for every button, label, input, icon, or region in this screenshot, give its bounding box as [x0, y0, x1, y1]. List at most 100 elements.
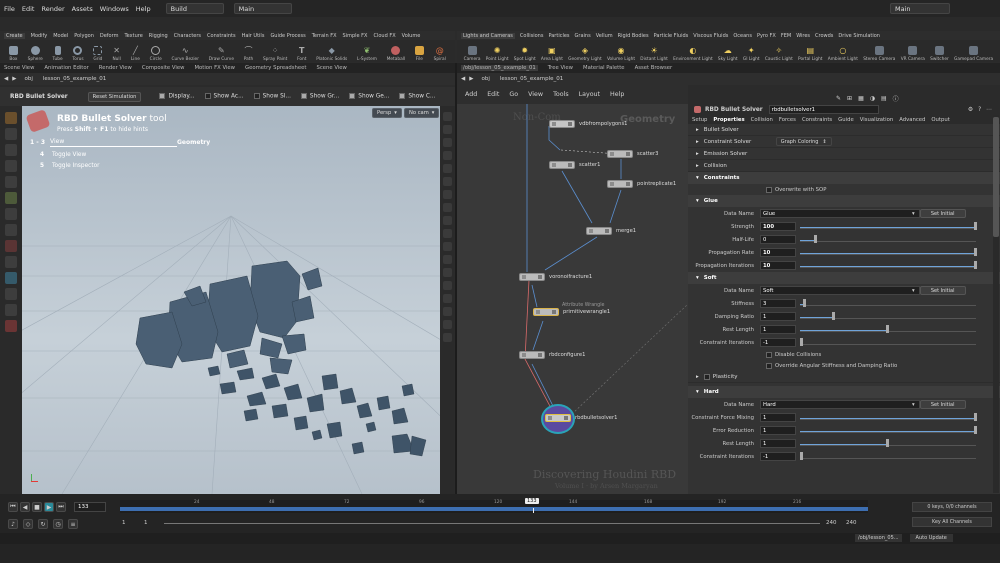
info-icon[interactable]: ⓘ — [893, 94, 899, 103]
tool-portal-light[interactable]: ▤ Portal Light — [798, 40, 822, 62]
checkbox[interactable] — [349, 93, 356, 100]
pane-tab-asset-browser[interactable]: Asset Browser — [635, 65, 673, 71]
stop-icon[interactable]: ■ — [32, 502, 42, 512]
tool-lsystem[interactable]: ❦ L-System — [357, 40, 377, 62]
loop-icon[interactable]: ↻ — [38, 519, 48, 529]
tool-volume-light[interactable]: ◉ Volume Light — [607, 40, 635, 62]
menu-windows[interactable]: Windows — [100, 5, 129, 13]
param-scrollbar[interactable] — [993, 115, 999, 493]
back-arrow-icon[interactable]: ◀ — [461, 76, 465, 82]
section-plasticity[interactable]: ▸ Plasticity — [688, 371, 1000, 383]
tool-caustic-light[interactable]: ✧ Caustic Light — [765, 40, 793, 62]
param-tab-visualization[interactable]: Visualization — [860, 117, 893, 123]
section-constraints[interactable]: ▾ Constraints — [688, 172, 1000, 184]
soft-damping-ratio-slider[interactable] — [800, 312, 976, 320]
tool-point-light[interactable]: ✺ Point Light — [486, 40, 509, 62]
glue-half-life-slider[interactable] — [800, 235, 976, 243]
scene-dropdown[interactable]: Main — [233, 3, 292, 14]
menu-file[interactable]: File — [4, 5, 15, 13]
path-network[interactable]: lesson_05_example_01 — [500, 76, 563, 82]
hard-force-mixing-slider[interactable] — [800, 413, 977, 421]
audio-icon[interactable]: ♪ — [8, 519, 18, 529]
checkbox[interactable] — [766, 362, 772, 369]
glue-propagation-iterations-slider[interactable] — [800, 261, 977, 269]
tool-tube[interactable]: Tube — [53, 40, 63, 62]
node-box[interactable] — [533, 308, 559, 316]
settings-icon[interactable]: ≡ — [68, 519, 78, 529]
net-menu-add[interactable]: Add — [465, 91, 477, 98]
paint-icon[interactable] — [5, 256, 17, 268]
glue-propagation-rate-slider[interactable] — [800, 248, 977, 256]
node-scatter3[interactable]: scatter3 — [607, 150, 658, 158]
range-end[interactable]: 240 — [846, 520, 857, 526]
section-soft[interactable]: ▾ Soft — [688, 272, 1000, 284]
safe-area-icon[interactable] — [442, 255, 452, 264]
shading-icon[interactable] — [442, 138, 452, 147]
param-tab-forces[interactable]: Forces — [779, 117, 796, 123]
shelf-tab[interactable]: Hair Utils — [242, 33, 265, 39]
node-primitivewrangle1[interactable]: primitivewrangle1 — [533, 308, 610, 316]
checkbox[interactable] — [766, 186, 772, 193]
tool-gamepad-camera[interactable]: Gamepad Camera — [954, 40, 993, 62]
soft-constraint-iterations-slider[interactable] — [800, 338, 976, 346]
node-box[interactable] — [549, 120, 575, 128]
net-menu-layout[interactable]: Layout — [579, 91, 600, 98]
pane-tab-scene-view[interactable]: Scene View — [4, 65, 34, 71]
move-icon[interactable] — [5, 128, 17, 140]
hard-error-reduction-field[interactable]: 1 — [760, 426, 796, 435]
overwrite-with-sop-toggle[interactable]: Overwrite with SOP — [688, 184, 1000, 195]
camera-lock-icon[interactable] — [442, 307, 452, 316]
realtime-icon[interactable]: ◷ — [53, 519, 63, 529]
shelf-tab[interactable]: Characters — [174, 33, 201, 39]
select-icon[interactable] — [5, 112, 17, 124]
back-arrow-icon[interactable]: ◀ — [4, 76, 8, 82]
brush-icon[interactable] — [5, 288, 17, 300]
shelf-tab[interactable]: Deform — [100, 33, 119, 39]
opt-show-c[interactable]: Show C... — [399, 93, 435, 100]
shelf-tab[interactable]: Pyro FX — [757, 33, 776, 39]
hard-set-initial-button[interactable]: Set Initial — [919, 400, 966, 409]
step-back-icon[interactable]: ◀ — [20, 502, 30, 512]
opt-show-gr[interactable]: Show Gr... — [300, 93, 339, 100]
soft-stiffness-field[interactable]: 3 — [760, 299, 796, 308]
wrench-icon[interactable]: ✎ — [836, 95, 841, 102]
tool-metaball[interactable]: Metaball — [387, 40, 405, 62]
flipbook-icon[interactable] — [442, 333, 452, 342]
lights-icon[interactable] — [442, 216, 452, 225]
playhead-marker[interactable]: 133 — [525, 498, 539, 504]
pane-tab-tree-view[interactable]: Tree View — [548, 65, 573, 71]
section-collision[interactable]: ▸ Collision — [688, 160, 1000, 172]
hard-constraint-iterations-slider[interactable] — [800, 452, 976, 460]
node-box[interactable] — [519, 273, 545, 281]
scale-icon[interactable] — [5, 160, 17, 172]
section-hard[interactable]: ▾ Hard — [688, 386, 1000, 398]
display-options-icon[interactable] — [442, 112, 452, 121]
inspect-icon[interactable] — [5, 272, 17, 284]
node-box[interactable] — [586, 227, 612, 235]
shelf-tab[interactable]: Viscous Fluids — [693, 33, 728, 39]
tool-spiral[interactable]: @ Spiral — [434, 40, 446, 62]
shelf-tab[interactable]: FEM — [781, 33, 791, 39]
section-emission-solver[interactable]: ▸ Emission Solver — [688, 148, 1000, 160]
opt-show-ge[interactable]: Show Ge... — [349, 93, 389, 100]
pane-tab-motion-fx[interactable]: Motion FX View — [194, 65, 235, 71]
graph-coloring-dropdown[interactable]: Graph Coloring ⇕ — [775, 137, 832, 146]
hard-data-name-field[interactable]: Hard — [760, 400, 920, 409]
shelf-tab[interactable]: Collisions — [520, 33, 544, 39]
pane-tab-material-palette[interactable]: Material Palette — [583, 65, 625, 71]
pane-tab-network[interactable]: /obj/lesson_05_example_01 — [461, 65, 538, 71]
glue-half-life-field[interactable]: 0 — [760, 235, 796, 244]
auto-update[interactable]: Auto Update — [909, 534, 953, 542]
range-start-2[interactable]: 1 — [144, 520, 164, 526]
tool-spray-paint[interactable]: ⁘ Spray Paint — [263, 40, 287, 62]
rotate-icon[interactable] — [5, 144, 17, 156]
network-editor[interactable]: Non-Com Geometry vdbfrompolygons1 scatte… — [457, 104, 688, 494]
tool-null[interactable]: ✕ Null — [112, 40, 121, 62]
background-icon[interactable] — [442, 242, 452, 251]
smooth-icon[interactable] — [442, 164, 452, 173]
glue-data-name-field[interactable]: Glue — [760, 209, 920, 218]
tool-gi-light[interactable]: ✦ GI Light — [743, 40, 760, 62]
opt-show-sl[interactable]: Show Sl... — [253, 93, 291, 100]
override-angular-toggle[interactable]: Override Angular Stiffness and Damping R… — [688, 360, 1000, 371]
net-menu-go[interactable]: Go — [509, 91, 518, 98]
